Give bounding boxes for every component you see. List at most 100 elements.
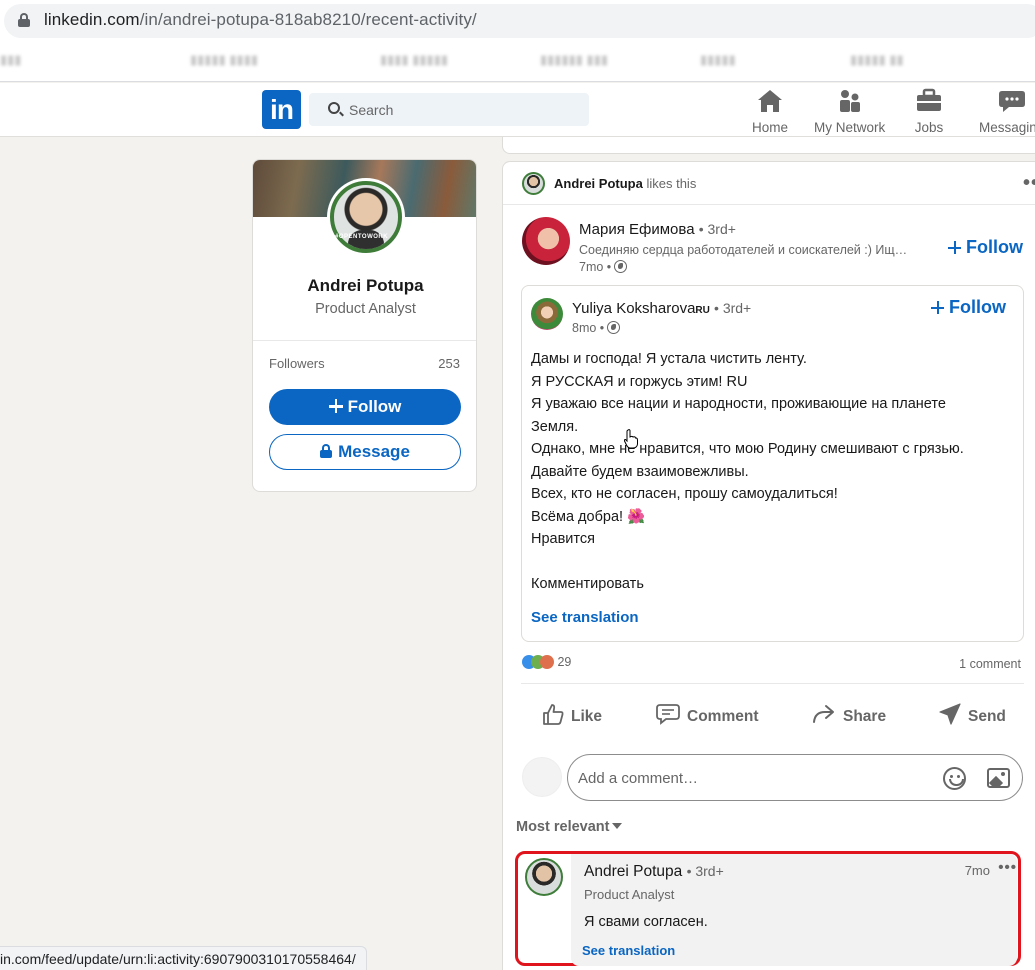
comments-count[interactable]: 1 comment — [959, 657, 1021, 671]
bookmark-blurred[interactable]: ▮▮▮▮ ▮▮▮▮▮ — [380, 52, 448, 68]
post-text-line: Всех, кто не согласен, прошу самоудалить… — [531, 486, 838, 502]
feed-post-card: Andrei Potupa likes this ••• Мария Ефимо… — [502, 161, 1035, 970]
nav-home-label: Home — [752, 120, 789, 135]
author-name: Мария Ефимова — [579, 221, 695, 238]
post-text: Дамы и господа! Я устала чистить ленту. … — [531, 348, 1016, 596]
post-text-line — [531, 551, 1016, 574]
sort-comments-dropdown[interactable]: Most relevant — [516, 819, 623, 835]
comment-icon — [656, 704, 680, 725]
comment-time: 7mo — [964, 863, 990, 878]
comment-author-avatar[interactable] — [525, 858, 563, 896]
nav-my-network[interactable]: My Network — [814, 88, 885, 135]
follow-author-button[interactable]: Follow — [948, 237, 1023, 258]
url-path: /in/andrei-potupa-818ab8210/recent-activ… — [139, 10, 477, 29]
url-text[interactable]: linkedin.com/in/andrei-potupa-818ab8210/… — [44, 10, 477, 30]
follow-button[interactable]: Follow — [269, 389, 461, 425]
post-text-line: Нравится — [531, 531, 595, 547]
nav-messaging-label: Messaging — [979, 120, 1035, 135]
lock-icon[interactable] — [18, 13, 30, 27]
comment-author-headline: Product Analyst — [584, 887, 675, 902]
image-icon[interactable] — [987, 768, 1010, 788]
sort-label: Most relevant — [516, 819, 610, 835]
bookmark-blurred[interactable]: ▮▮▮▮▮ ▮▮▮▮ — [190, 52, 258, 68]
comment-input[interactable] — [578, 765, 928, 791]
globe-icon — [614, 260, 628, 273]
open-to-work-badge: #OPENTOWORK — [335, 234, 389, 240]
author-avatar[interactable] — [522, 217, 570, 265]
activity-action: likes this — [646, 176, 697, 191]
reshare-author-degree: • 3rd+ — [714, 300, 752, 316]
comment-more-options-icon[interactable]: ••• — [998, 859, 1017, 876]
nav-messaging[interactable]: Messaging — [979, 88, 1035, 135]
activity-header: Andrei Potupa likes this — [554, 176, 696, 191]
nav-jobs[interactable]: Jobs — [914, 88, 944, 135]
comment-input-box[interactable] — [567, 754, 1023, 801]
nav-home[interactable]: Home — [752, 88, 788, 135]
reactions-summary[interactable]: 29 — [522, 655, 571, 669]
browser-url-bar: linkedin.com/in/andrei-potupa-818ab8210/… — [0, 0, 1035, 42]
reshared-post[interactable]: Yuliya KoksharovaRU • 3rd+ 8mo • Follow … — [521, 285, 1024, 642]
messaging-icon — [998, 91, 1025, 112]
globe-icon — [607, 321, 621, 334]
previous-post-card — [502, 137, 1035, 154]
more-options-icon[interactable]: ••• — [1023, 172, 1035, 195]
plus-icon — [328, 399, 343, 413]
viewer-avatar — [522, 757, 562, 797]
author-name-line[interactable]: Мария Ефимова • 3rd+ — [579, 221, 736, 238]
reshare-time: 8mo • — [572, 321, 605, 335]
network-icon — [839, 90, 860, 112]
like-button[interactable]: Like — [541, 702, 602, 726]
share-label: Share — [843, 708, 887, 725]
reshare-author-line[interactable]: Yuliya KoksharovaRU • 3rd+ — [572, 300, 751, 317]
followers-label: Followers — [269, 356, 325, 371]
post-time: 7mo • — [579, 260, 612, 274]
bookmark-blurred[interactable]: ▮▮▮▮▮ — [700, 52, 736, 68]
post-text-line: Я уважаю все нации и народности, прожива… — [531, 396, 946, 412]
author-time-line: 7mo • — [579, 260, 628, 274]
message-button-label: Message — [338, 442, 410, 461]
post-text-line: Я РУССКАЯ и горжусь этим! RU — [531, 373, 748, 390]
emoji-icon[interactable] — [943, 767, 966, 790]
post-text-line: Всёма добра! 🌺 — [531, 508, 646, 525]
post-text-line: Однако, мне не нравится, что мою Родину … — [531, 441, 964, 457]
divider — [503, 204, 1035, 205]
briefcase-icon — [917, 88, 941, 111]
profile-name[interactable]: Andrei Potupa — [253, 276, 476, 296]
post-text-line: Земля. — [531, 418, 579, 435]
comment-author-name: Andrei Potupa — [584, 863, 683, 880]
comment-bubble: Andrei Potupa • 3rd+ Product Analyst 7mo… — [571, 854, 1017, 966]
author-headline: Соединяю сердца работодателей и соискате… — [579, 243, 908, 257]
search-placeholder: Search — [349, 102, 394, 118]
bookmark-blurred[interactable]: ▮▮▮ — [0, 52, 21, 68]
share-button[interactable]: Share — [811, 702, 886, 726]
divider — [521, 683, 1024, 684]
url-host: linkedin.com — [44, 10, 140, 29]
follow-reshare-author-button[interactable]: Follow — [931, 297, 1006, 318]
comment-button[interactable]: Comment — [655, 702, 758, 726]
follow-reshare-author-label: Follow — [949, 297, 1006, 317]
linkedin-logo[interactable]: in — [262, 90, 301, 129]
bookmark-blurred[interactable]: ▮▮▮▮▮▮ ▮▮▮ — [540, 52, 608, 68]
message-button[interactable]: Message — [269, 434, 461, 470]
activity-actor[interactable]: Andrei Potupa — [554, 176, 643, 191]
profile-avatar[interactable]: #OPENTOWORK — [327, 178, 405, 256]
post-text-line: Дамы и господа! Я устала чистить ленту. — [531, 351, 807, 367]
comment-author-line[interactable]: Andrei Potupa • 3rd+ — [584, 863, 724, 881]
comment-see-translation-link[interactable]: See translation — [582, 943, 675, 958]
reactions-count: 29 — [557, 655, 572, 669]
love-reaction-icon — [540, 655, 554, 669]
actor-avatar[interactable] — [522, 172, 545, 195]
author-degree: • 3rd+ — [698, 221, 736, 237]
send-button[interactable]: Send — [938, 702, 1006, 726]
send-icon — [939, 703, 961, 725]
reshare-author-avatar[interactable] — [531, 298, 563, 330]
post-text-line: Давайте будем взаимовежливы. — [531, 463, 749, 480]
bookmark-blurred[interactable]: ▮▮▮▮▮ ▮▮ — [850, 52, 904, 68]
post-text-line: Комментировать — [531, 576, 644, 592]
caret-down-icon — [612, 823, 623, 829]
see-translation-link[interactable]: See translation — [531, 609, 639, 626]
followers-count: 253 — [438, 356, 460, 371]
profile-card: #OPENTOWORK Andrei Potupa Product Analys… — [252, 159, 477, 492]
search-bar[interactable]: Search — [309, 93, 589, 126]
divider — [253, 340, 476, 341]
